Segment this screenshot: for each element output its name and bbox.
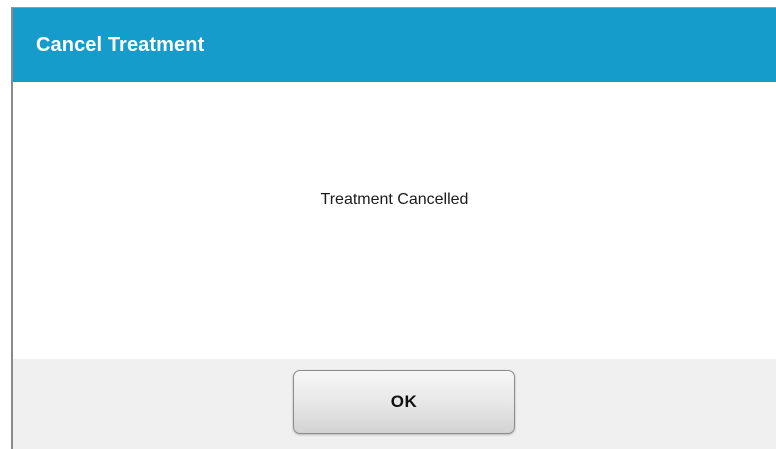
dialog-body: Treatment Cancelled — [13, 82, 776, 359]
dialog-title: Cancel Treatment — [36, 34, 205, 56]
cancel-treatment-dialog: Cancel Treatment Treatment Cancelled OK — [11, 7, 776, 449]
ok-button-label: OK — [390, 392, 418, 411]
screen: Cancel Treatment Treatment Cancelled OK — [0, 0, 776, 449]
dialog-message: Treatment Cancelled — [320, 191, 469, 208]
dialog-footer: OK — [13, 359, 776, 449]
dialog-title-bar: Cancel Treatment — [13, 8, 776, 82]
ok-button[interactable]: OK — [293, 370, 515, 434]
